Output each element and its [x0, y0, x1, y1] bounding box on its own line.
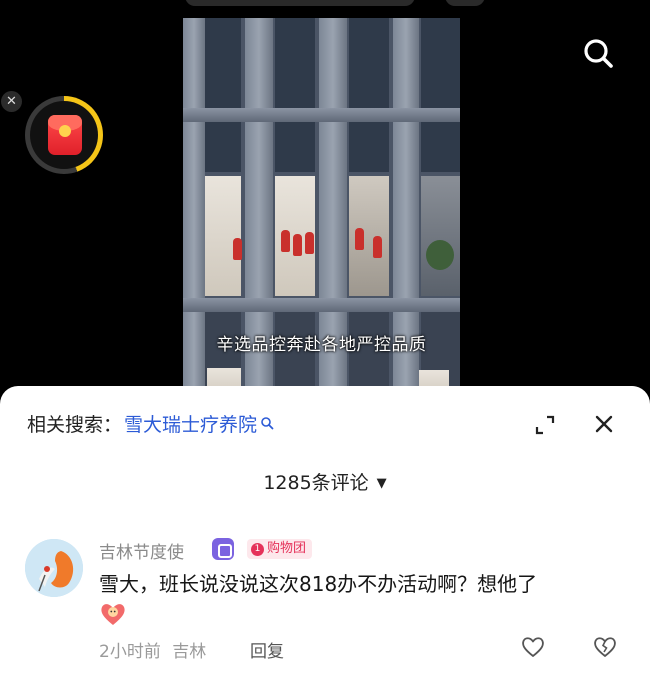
hug-emoji-icon: [99, 601, 127, 627]
close-button[interactable]: [592, 412, 616, 436]
related-search-query[interactable]: 雪大瑞士疗养院: [124, 410, 257, 437]
related-search[interactable]: 相关搜索： 雪大瑞士疗养院: [27, 410, 274, 437]
person-figure: [355, 228, 364, 250]
video-player[interactable]: 辛选品控奔赴各地严控品质 ✕: [0, 0, 650, 395]
avatar[interactable]: [25, 539, 83, 597]
comment-location: 吉林: [172, 642, 207, 662]
search-icon: [260, 413, 274, 435]
red-packet-icon: [48, 115, 82, 155]
chevron-down-icon: ▼: [376, 476, 387, 491]
top-status-pill-small: [445, 0, 485, 6]
comment-count: 1285条评论: [263, 472, 369, 494]
comment-text: 雪大，班长说没说这次818办不办活动啊？想他了: [99, 572, 538, 596]
comment-username[interactable]: 吉林节度使: [99, 538, 184, 563]
person-figure: [373, 236, 382, 258]
user-level-badge: [212, 538, 234, 560]
person-figure: [293, 234, 302, 256]
search-button[interactable]: [578, 33, 618, 73]
building-window: [275, 122, 315, 172]
broken-heart-icon: [594, 637, 616, 657]
building-window: [421, 18, 460, 108]
group-badge-label: 购物团: [267, 541, 307, 556]
search-icon: [584, 39, 613, 68]
group-badge: 1 购物团: [247, 539, 313, 559]
plant: [426, 240, 454, 270]
comment-time: 2小时前: [99, 642, 161, 662]
dislike-button[interactable]: [592, 635, 618, 659]
building-window: [349, 18, 389, 108]
heart-icon: [522, 637, 544, 657]
like-button[interactable]: [520, 635, 546, 659]
related-search-label: 相关搜索：: [27, 414, 123, 436]
building-window: [203, 122, 241, 172]
person-figure: [233, 238, 242, 260]
comment-meta: 2小时前 吉林: [99, 637, 206, 662]
building-window: [203, 18, 241, 108]
top-status-pill: [185, 0, 415, 6]
lit-window: [421, 176, 460, 296]
video-frame[interactable]: 辛选品控奔赴各地严控品质: [183, 18, 460, 395]
building-floor-band: [183, 298, 460, 312]
reply-button[interactable]: 回复: [250, 637, 284, 662]
group-badge-number: 1: [251, 542, 264, 556]
close-icon[interactable]: ✕: [1, 91, 22, 112]
building-floor-band: [183, 108, 460, 122]
lit-window: [203, 176, 241, 296]
close-icon: [595, 415, 613, 433]
expand-button[interactable]: [534, 414, 556, 436]
expand-icon: [535, 415, 555, 435]
video-subtitle: 辛选品控奔赴各地严控品质: [216, 335, 427, 355]
comments-sheet: 相关搜索： 雪大瑞士疗养院 1285条评论 ▼ 吉林节度使 1 购物团 雪大，班…: [0, 386, 650, 673]
comment-item: 吉林节度使 1 购物团 雪大，班长说没说这次818办不办活动啊？想他了 2小时前 …: [0, 536, 650, 673]
comment-count-sort[interactable]: 1285条评论 ▼: [0, 468, 650, 495]
red-packet-widget[interactable]: [25, 96, 103, 174]
building-window: [421, 122, 460, 172]
building-window: [275, 18, 315, 108]
building-window: [349, 122, 389, 172]
person-figure: [281, 230, 290, 252]
person-figure: [305, 232, 314, 254]
